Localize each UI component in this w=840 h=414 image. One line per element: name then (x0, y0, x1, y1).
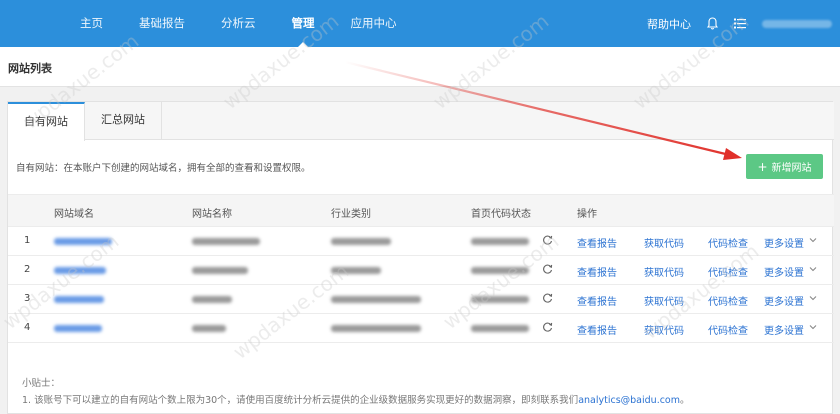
column-header-domain: 网站域名 (54, 209, 94, 220)
more-settings-link[interactable]: 更多设置 (764, 293, 804, 308)
list-menu-icon[interactable] (734, 18, 746, 29)
tab-description: 自有网站：在本账户下创建的网站域名，拥有全部的查看和设置权限。 (16, 163, 311, 174)
site-domain-link[interactable] (54, 296, 104, 303)
add-site-button[interactable]: + 新增网站 (746, 154, 823, 179)
site-domain-link[interactable] (54, 325, 102, 332)
get-code-link[interactable]: 获取代码 (644, 322, 684, 337)
page-title-bar: 网站列表 (0, 47, 840, 87)
contact-email-link[interactable]: analytics@baidu.com (578, 395, 680, 406)
site-name (192, 325, 226, 332)
row-index: 4 (24, 322, 31, 333)
chevron-down-icon[interactable] (809, 295, 817, 301)
get-code-link[interactable]: 获取代码 (644, 293, 684, 308)
page-title: 网站列表 (8, 62, 52, 75)
tips-text: 1. 该账号下可以建立的自有网站个数上限为30个，请使用百度统计分析云提供的企业… (22, 392, 690, 406)
main-nav: 主页 基础报告 分析云 管理 应用中心 (62, 0, 415, 47)
code-status (471, 325, 529, 332)
check-code-link[interactable]: 代码检查 (708, 322, 748, 337)
site-industry (331, 296, 421, 303)
nav-item-home[interactable]: 主页 (62, 0, 121, 47)
tips-title: 小贴士： (22, 378, 61, 389)
site-industry (331, 325, 421, 332)
chevron-down-icon[interactable] (809, 324, 817, 330)
view-report-link[interactable]: 查看报告 (577, 322, 617, 337)
refresh-icon[interactable] (542, 292, 553, 304)
check-code-link[interactable]: 代码检查 (708, 235, 748, 250)
table-row: 3 查看报告 获取代码 代码检查 更多设置 (8, 285, 834, 314)
plus-icon: + (757, 159, 768, 174)
site-name (192, 296, 232, 303)
table-row: 1 查看报告 获取代码 代码检查 更多设置 (8, 227, 834, 256)
help-center-link[interactable]: 帮助中心 (647, 16, 691, 32)
code-status (471, 238, 529, 245)
refresh-icon[interactable] (542, 263, 553, 275)
refresh-icon[interactable] (542, 234, 553, 246)
row-index: 3 (24, 293, 31, 304)
more-settings-link[interactable]: 更多设置 (764, 235, 804, 250)
site-industry (331, 238, 391, 245)
refresh-icon[interactable] (542, 321, 553, 333)
check-code-link[interactable]: 代码检查 (708, 293, 748, 308)
nav-item-app-center[interactable]: 应用中心 (333, 0, 415, 47)
column-header-industry: 行业类别 (331, 209, 371, 220)
table-row: 4 查看报告 获取代码 代码检查 更多设置 (8, 314, 834, 343)
tab-summary-sites[interactable]: 汇总网站 (85, 102, 162, 140)
site-name (192, 238, 260, 245)
user-account[interactable] (762, 19, 832, 28)
site-list-card: 自有网站 汇总网站 自有网站：在本账户下创建的网站域名，拥有全部的查看和设置权限… (7, 101, 834, 414)
chevron-down-icon[interactable] (809, 266, 817, 272)
view-report-link[interactable]: 查看报告 (577, 293, 617, 308)
table-row: 2 查看报告 获取代码 代码检查 更多设置 (8, 256, 834, 285)
add-site-label: 新增网站 (771, 163, 812, 174)
nav-item-analytics-cloud[interactable]: 分析云 (203, 0, 274, 47)
get-code-link[interactable]: 获取代码 (644, 264, 684, 279)
row-index: 1 (24, 235, 31, 246)
code-status (471, 267, 529, 274)
top-navigation-bar: 主页 基础报告 分析云 管理 应用中心 帮助中心 (0, 0, 840, 47)
column-header-code-status: 首页代码状态 (471, 209, 531, 220)
code-status (471, 296, 529, 303)
bell-icon[interactable] (707, 17, 718, 30)
site-name (192, 267, 248, 274)
view-report-link[interactable]: 查看报告 (577, 235, 617, 250)
nav-item-management[interactable]: 管理 (274, 0, 333, 47)
site-tabs: 自有网站 汇总网站 (8, 102, 834, 141)
site-domain-link[interactable] (54, 238, 112, 245)
column-header-actions: 操作 (577, 209, 597, 220)
get-code-link[interactable]: 获取代码 (644, 235, 684, 250)
nav-item-basic-reports[interactable]: 基础报告 (121, 0, 203, 47)
table-header: 网站域名 网站名称 行业类别 首页代码状态 操作 (8, 194, 834, 227)
more-settings-link[interactable]: 更多设置 (764, 322, 804, 337)
site-industry (331, 267, 381, 274)
nav-right-tools: 帮助中心 (647, 0, 840, 47)
site-domain-link[interactable] (54, 267, 106, 274)
tips-text-suffix: 。 (680, 395, 690, 406)
tab-own-sites[interactable]: 自有网站 (8, 102, 85, 141)
tips-text-prefix: 1. 该账号下可以建立的自有网站个数上限为30个，请使用百度统计分析云提供的企业… (22, 395, 579, 406)
view-report-link[interactable]: 查看报告 (577, 264, 617, 279)
column-header-name: 网站名称 (192, 209, 232, 220)
check-code-link[interactable]: 代码检查 (708, 264, 748, 279)
chevron-down-icon[interactable] (809, 237, 817, 243)
more-settings-link[interactable]: 更多设置 (764, 264, 804, 279)
row-index: 2 (24, 264, 31, 275)
